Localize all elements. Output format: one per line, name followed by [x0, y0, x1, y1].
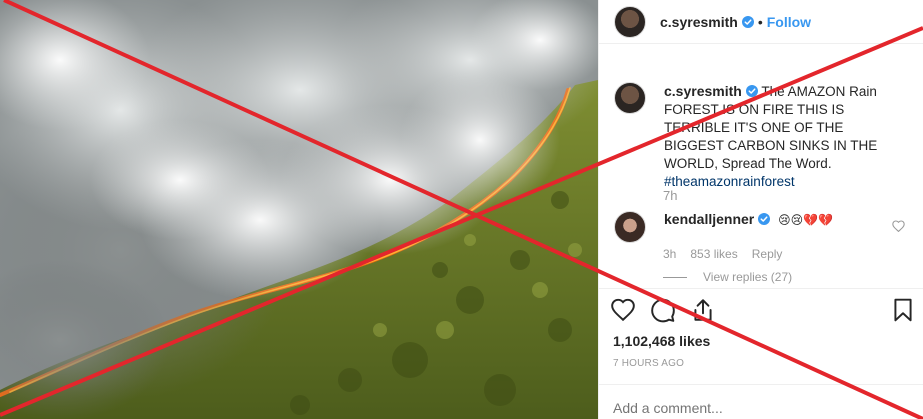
- comment-bubble-icon[interactable]: [650, 297, 676, 323]
- share-icon[interactable]: [690, 297, 716, 323]
- fire-photo-graphic: [0, 0, 598, 419]
- heart-outline-icon[interactable]: [610, 297, 636, 323]
- likes-count[interactable]: 1,102,468 likes: [613, 333, 710, 349]
- action-bar: [610, 297, 920, 327]
- actions-divider: [598, 288, 923, 289]
- post-photo[interactable]: [0, 0, 598, 419]
- panel-bottom: 1,102,468 likes 7 HOURS AGO: [598, 0, 923, 419]
- posted-time: 7 HOURS AGO: [613, 358, 685, 369]
- add-comment-input[interactable]: [613, 400, 913, 416]
- add-comment-divider: [598, 384, 923, 385]
- bookmark-icon[interactable]: [890, 297, 916, 323]
